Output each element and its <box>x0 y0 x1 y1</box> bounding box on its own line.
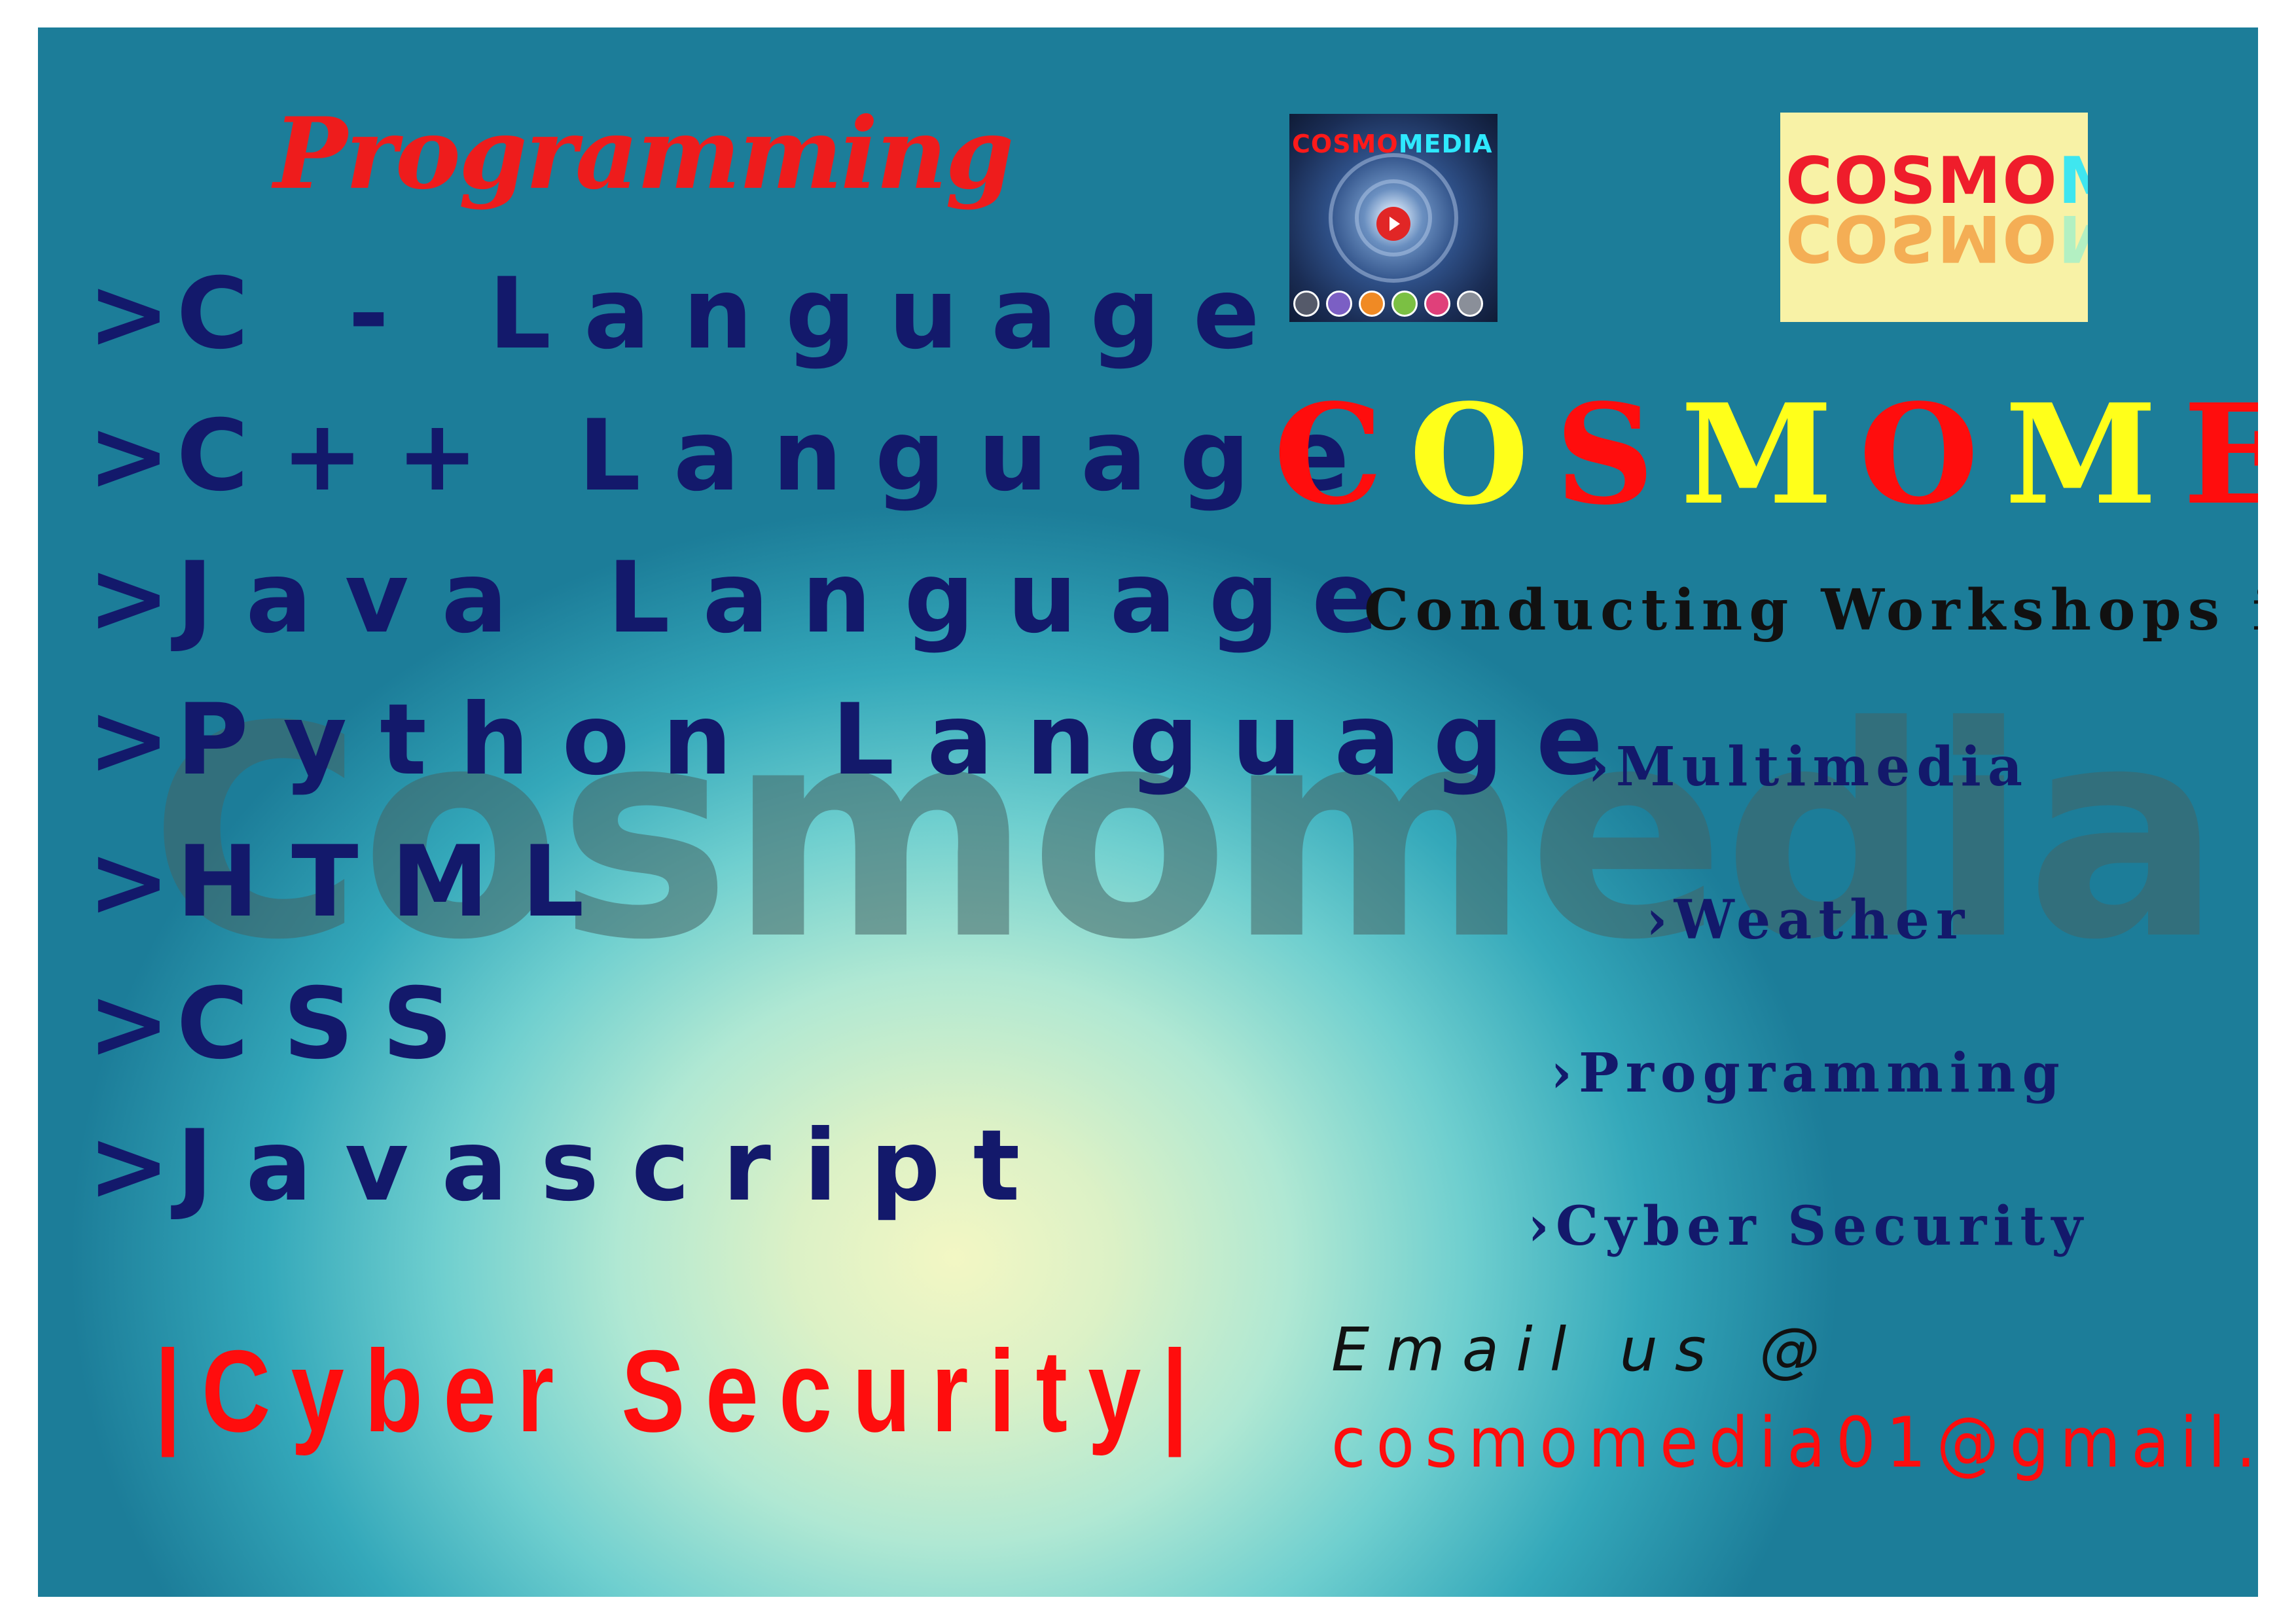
brand-letter: S <box>1555 374 1681 535</box>
monitor-icon <box>1391 291 1418 317</box>
workshop-item: ›Programming <box>1268 1041 2258 1194</box>
language-label: Java Language <box>176 541 1412 655</box>
microphone-icon <box>1359 291 1385 317</box>
workshops-heading: Conducting Workshops in <box>1364 577 2258 643</box>
workshop-item: ›Multimedia <box>1268 734 2258 887</box>
chevron-right-icon: > <box>88 1109 177 1223</box>
language-label: CSS <box>176 967 486 1081</box>
chat-icon <box>1326 291 1352 317</box>
cyber-security-banner: |Cyber Security| <box>154 1326 1209 1456</box>
chevron-right-icon: > <box>88 825 177 939</box>
email-label: Email us @ <box>1331 1315 1837 1385</box>
logo-small-title: COSMOMEDIA <box>1292 130 1493 158</box>
brand-letter: E <box>2183 386 2258 524</box>
language-label: C - Language <box>176 257 1293 371</box>
workshop-label: Weather <box>1674 889 1971 952</box>
channel-logo-image: COSMOMEDIA <box>1289 114 1498 322</box>
cosmomedia-logo: COSMOMEDIA COSMOMEDIA <box>1780 113 2088 322</box>
chevron-right-icon: > <box>88 541 177 655</box>
chevron-right-icon: › <box>1645 889 1674 952</box>
workshop-label: Programming <box>1578 1042 2066 1105</box>
workshop-item: ›Weather <box>1268 887 2258 1041</box>
language-label: C++ Language <box>176 399 1382 513</box>
logo-reflection: COSMOMEDIA <box>1785 200 2088 275</box>
email-address: cosmomedia01@gmail.com <box>1331 1402 2258 1483</box>
workshop-label: Multimedia <box>1615 736 2029 798</box>
brand-letter: M <box>2005 374 2183 535</box>
chevron-right-icon: › <box>1551 1042 1579 1105</box>
workshop-list: ›Multimedia ›Weather ›Programming ›Cyber… <box>1268 734 2258 1347</box>
brand-letter: M <box>1680 374 1859 535</box>
language-label: Javascript <box>176 1109 1053 1223</box>
poster: Cosmomedia Programming >C - Language >C+… <box>38 27 2258 1597</box>
document-icon <box>1457 291 1483 317</box>
play-button-icon <box>1376 207 1410 241</box>
chevron-right-icon: > <box>88 399 177 513</box>
programming-heading: Programming <box>274 96 1014 211</box>
brand-letter: O <box>1859 374 2005 535</box>
brand-title: COSMOMEDIA <box>1274 386 2258 524</box>
workshop-label: Cyber Security <box>1555 1195 2089 1258</box>
chevron-right-icon: › <box>1528 1195 1556 1258</box>
tablet-icon <box>1293 291 1319 317</box>
chevron-right-icon: > <box>88 967 177 1081</box>
chevron-right-icon: > <box>88 257 177 371</box>
chevron-right-icon: › <box>1588 736 1616 798</box>
language-label: HTML <box>176 825 617 939</box>
brand-letter: O <box>1409 374 1556 535</box>
chevron-right-icon: > <box>88 683 177 797</box>
people-icon <box>1424 291 1450 317</box>
brand-letter: C <box>1274 374 1410 535</box>
social-icons-row <box>1293 291 1483 317</box>
